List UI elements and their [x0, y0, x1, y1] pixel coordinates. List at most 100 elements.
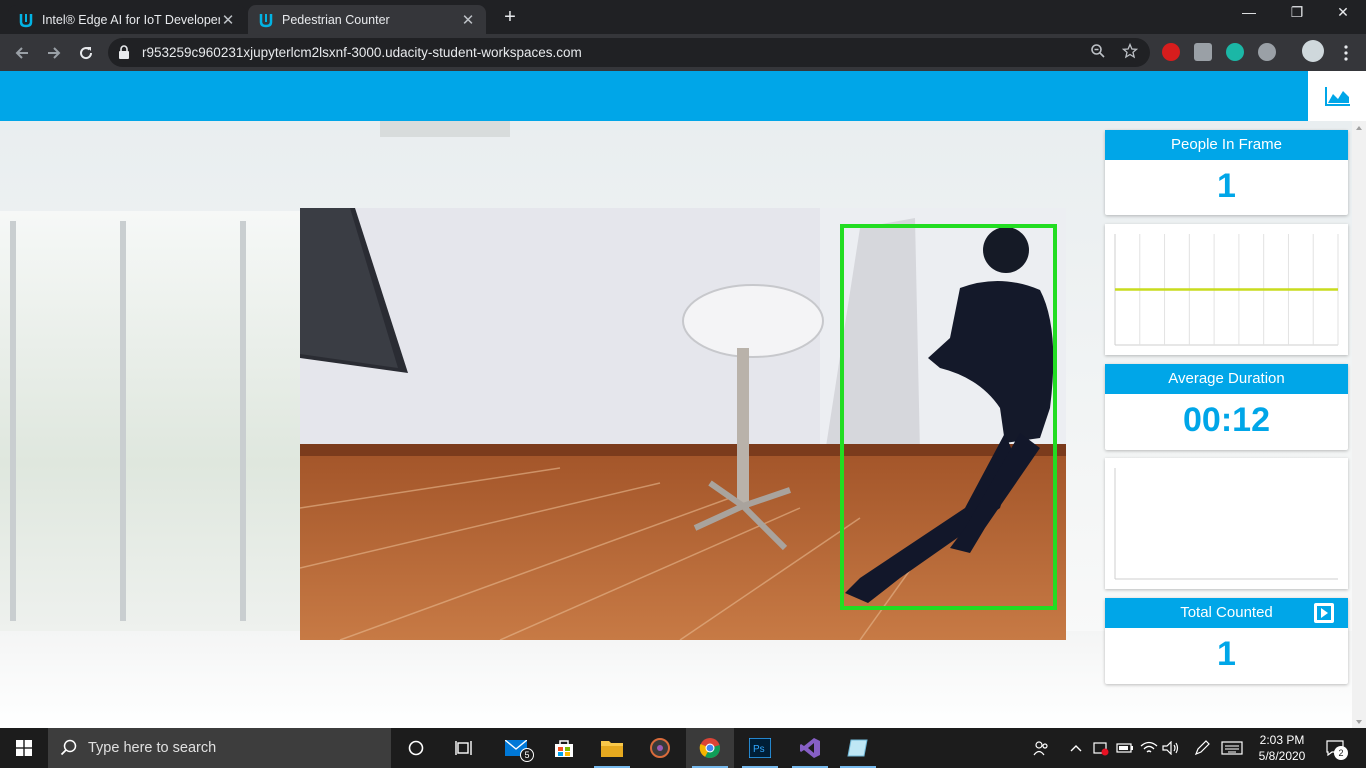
clock-time: 2:03 PM	[1259, 733, 1305, 747]
window-mullion	[240, 221, 246, 621]
address-bar[interactable]: r953259c960231xjupyterlcm2lsxnf-3000.uda…	[108, 38, 1150, 67]
area-chart-icon	[1325, 87, 1350, 106]
arrow-left-icon	[15, 47, 28, 59]
page-scrollbar[interactable]	[1352, 121, 1366, 728]
notes-app-button[interactable]	[834, 728, 882, 768]
stats-toggle-button[interactable]	[1308, 71, 1366, 121]
action-center-button[interactable]: 2	[1318, 728, 1352, 768]
back-button[interactable]	[10, 41, 34, 65]
scroll-up-icon[interactable]	[1352, 122, 1366, 134]
total-counted-card: Total Counted 1	[1105, 598, 1348, 684]
media-app-button[interactable]	[636, 728, 684, 768]
security-alert-icon	[1093, 742, 1109, 756]
cortana-button[interactable]	[392, 728, 440, 768]
close-icon[interactable]: ✕	[220, 11, 236, 29]
notepad-icon	[847, 739, 868, 757]
forward-button[interactable]	[42, 41, 66, 65]
extension-m-icon[interactable]	[1226, 43, 1244, 61]
people-in-frame-card: People In Frame 1	[1105, 130, 1348, 215]
window-mullion	[120, 221, 126, 621]
tab-title: Pedestrian Counter	[282, 12, 390, 27]
start-button[interactable]	[0, 728, 48, 768]
show-hidden-icons-button[interactable]	[1066, 728, 1086, 768]
file-explorer-button[interactable]	[588, 728, 636, 768]
extension-red-hand-icon[interactable]	[1162, 43, 1180, 61]
search-placeholder: Type here to search	[88, 740, 217, 756]
lock-icon	[119, 45, 129, 59]
reload-button[interactable]	[74, 41, 98, 65]
menu-button[interactable]	[1334, 41, 1358, 65]
udacity-logo-icon	[19, 13, 33, 27]
system-clock[interactable]: 2:03 PM 5/8/2020	[1252, 732, 1312, 764]
tab-pedestrian-counter[interactable]: Pedestrian Counter ✕	[248, 5, 486, 34]
task-view-button[interactable]	[440, 728, 488, 768]
zoom-icon[interactable]	[1088, 43, 1108, 63]
average-duration-chart-card	[1105, 458, 1348, 589]
security-tray-button[interactable]	[1090, 728, 1112, 768]
people-in-frame-value: 1	[1217, 167, 1236, 205]
svg-text:Ps: Ps	[753, 744, 765, 755]
restore-button[interactable]: ❐	[1282, 4, 1312, 21]
mail-app-button[interactable]: 5	[492, 728, 540, 768]
background-window	[0, 211, 300, 631]
store-app-button[interactable]	[540, 728, 588, 768]
pedestrian-detection-box	[840, 224, 1057, 610]
kebab-menu-icon	[1344, 45, 1348, 61]
average-duration-card: Average Duration 00:12	[1105, 364, 1348, 450]
taskbar-search-box[interactable]: Type here to search	[48, 728, 391, 768]
extension-incognito-icon[interactable]	[1258, 43, 1276, 61]
total-counted-label: Total Counted	[1180, 604, 1273, 621]
people-in-frame-chart	[1114, 234, 1339, 346]
close-icon[interactable]: ✕	[460, 11, 476, 29]
app-header-bar	[0, 71, 1308, 121]
video-feed	[300, 208, 1066, 640]
battery-icon	[1116, 743, 1133, 753]
minimize-button[interactable]: —	[1234, 4, 1264, 20]
arrow-right-icon	[48, 47, 61, 59]
pen-workspace-button[interactable]	[1190, 728, 1214, 768]
search-icon	[60, 739, 77, 756]
url-text: r953259c960231xjupyterlcm2lsxnf-3000.uda…	[142, 45, 582, 60]
people-icon	[1033, 741, 1048, 756]
visual-studio-icon	[800, 738, 820, 758]
average-duration-chart	[1114, 468, 1338, 580]
photoshop-app-button[interactable]: Ps	[736, 728, 784, 768]
visual-studio-app-button[interactable]	[786, 728, 834, 768]
battery-tray-button[interactable]	[1114, 728, 1136, 768]
window-close-button[interactable]: ✕	[1328, 4, 1358, 21]
volume-tray-button[interactable]	[1160, 728, 1182, 768]
total-counted-value: 1	[1217, 635, 1236, 673]
average-duration-value: 00:12	[1183, 401, 1270, 439]
chrome-logo-icon	[699, 738, 720, 759]
wifi-icon	[1140, 741, 1158, 753]
extension-camera-icon[interactable]	[1194, 43, 1212, 61]
task-view-icon	[455, 741, 472, 755]
keyboard-icon	[1221, 741, 1243, 755]
store-bag-icon	[555, 740, 573, 757]
people-button[interactable]	[1030, 728, 1052, 768]
mail-badge: 5	[520, 748, 534, 762]
pen-icon	[1194, 740, 1210, 756]
tab-intel-edge-ai[interactable]: Intel® Edge AI for IoT Developer ✕	[8, 5, 246, 34]
windows-taskbar: Type here to search 5 Ps 2:03 PM 5/8/202…	[0, 728, 1366, 768]
chrome-app-button[interactable]	[686, 728, 734, 768]
notification-badge: 2	[1334, 746, 1348, 760]
bookmark-star-icon[interactable]	[1120, 42, 1140, 63]
wifi-tray-button[interactable]	[1138, 728, 1160, 768]
photoshop-icon: Ps	[749, 738, 771, 758]
folder-icon	[601, 741, 623, 757]
average-duration-label: Average Duration	[1105, 364, 1348, 394]
new-tab-button[interactable]: +	[498, 6, 522, 29]
play-icon[interactable]	[1313, 602, 1335, 624]
window-mullion	[10, 221, 16, 621]
scroll-down-icon[interactable]	[1352, 716, 1366, 728]
clock-date: 5/8/2020	[1258, 749, 1306, 763]
windows-logo-icon	[16, 740, 32, 756]
profile-avatar[interactable]	[1302, 40, 1324, 62]
cortana-circle-icon	[408, 740, 424, 756]
browser-tab-bar: Intel® Edge AI for IoT Developer ✕ Pedes…	[0, 0, 1366, 34]
people-in-frame-label: People In Frame	[1105, 130, 1348, 160]
touch-keyboard-button[interactable]	[1218, 728, 1246, 768]
people-in-frame-chart-card	[1105, 224, 1348, 355]
volume-icon	[1162, 741, 1179, 755]
